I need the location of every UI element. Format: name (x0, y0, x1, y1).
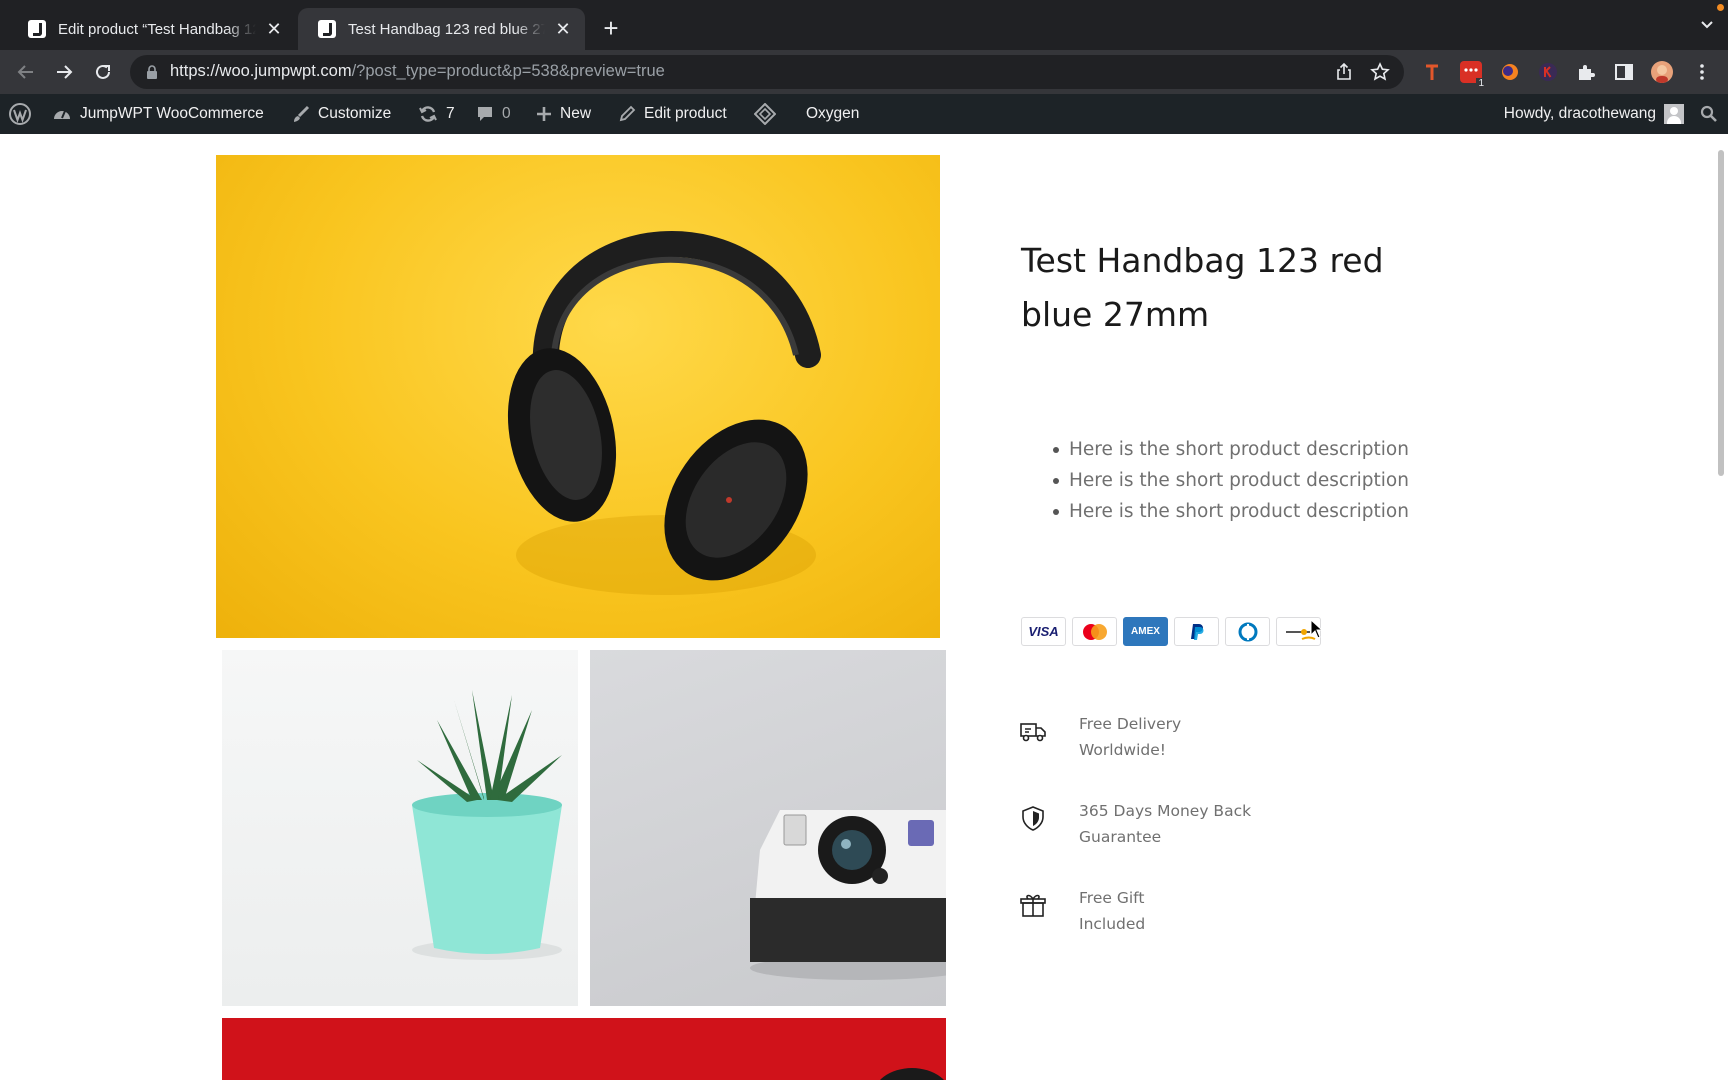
amex-icon: AMEX (1123, 617, 1168, 646)
more-vert-icon[interactable] (1691, 61, 1713, 83)
payment-icons: VISA AMEX (1021, 617, 1321, 646)
feature-line: 365 Days Money Back (1079, 802, 1252, 820)
edit-product-link[interactable]: Edit product (618, 94, 727, 134)
browser-tab-strip: Edit product “Test Handbag 123 red blue … (0, 0, 1728, 50)
page-scrollbar[interactable] (1718, 150, 1724, 476)
site-favicon-icon (28, 20, 46, 38)
feature-text: Free Delivery Worldwide! (1079, 711, 1279, 763)
url-host: https://woo.jumpwpt.com (170, 62, 352, 80)
extension-recorder-icon[interactable]: 1 (1460, 61, 1486, 89)
product-title: Test Handbag 123 red blue 27mm (1021, 241, 1384, 334)
gift-icon (1020, 894, 1046, 917)
feature-line: Free Delivery (1079, 715, 1182, 733)
extension-t-icon[interactable] (1421, 61, 1443, 83)
howdy-label: Howdy, dracothewang (1503, 105, 1656, 122)
product-image-camera[interactable] (590, 650, 946, 1006)
bookmark-star-icon[interactable] (1370, 62, 1390, 82)
my-account-link[interactable]: Howdy, dracothewang (1504, 94, 1684, 134)
wordpress-logo-button[interactable] (8, 94, 32, 134)
paypal-icon (1174, 617, 1219, 646)
arrow-left-icon (17, 65, 33, 79)
share-icon[interactable] (1334, 62, 1354, 82)
product-image-red[interactable] (222, 1018, 946, 1080)
delivery-truck-icon (1020, 723, 1046, 742)
customize-link[interactable]: Customize (292, 94, 391, 134)
back-button[interactable] (14, 60, 38, 84)
comments-link[interactable]: 0 (476, 94, 511, 134)
product-short-description: Here is the short product description He… (1048, 434, 1409, 527)
side-panel-icon[interactable] (1613, 61, 1635, 83)
new-tab-button[interactable]: + (598, 15, 624, 42)
reload-icon (96, 64, 110, 79)
close-icon[interactable]: ✕ (553, 19, 573, 39)
url-text[interactable]: https://woo.jumpwpt.com/?post_type=produ… (170, 62, 665, 81)
feature-money-back: 365 Days Money Back Guarantee (1019, 798, 1279, 850)
updates-icon (418, 104, 438, 124)
browser-toolbar: https://woo.jumpwpt.com/?post_type=produ… (0, 50, 1728, 94)
mastercard-icon (1072, 617, 1117, 646)
tab-title: Edit product “Test Handbag 123 red blue … (58, 20, 256, 38)
admin-search-button[interactable] (1700, 94, 1718, 134)
address-bar[interactable]: https://woo.jumpwpt.com/?post_type=produ… (130, 55, 1404, 89)
feature-free-gift: Free Gift Included (1019, 885, 1279, 937)
shield-icon (1022, 806, 1044, 831)
feature-text: Free Gift Included (1079, 885, 1279, 937)
lock-icon[interactable] (146, 65, 158, 79)
dashboard-gauge-icon (52, 104, 72, 124)
new-label: New (560, 105, 592, 122)
oxygen-link[interactable]: Oxygen (806, 94, 859, 134)
new-content-link[interactable]: New (536, 94, 591, 134)
extension-firefox-icon[interactable] (1499, 61, 1521, 83)
diners-icon (1225, 617, 1270, 646)
comments-count: 0 (502, 105, 511, 122)
oxygen-diamond-icon (754, 103, 776, 125)
comment-bubble-icon (476, 105, 494, 123)
feature-line: Worldwide! (1079, 741, 1166, 759)
profile-avatar-icon[interactable] (1651, 61, 1673, 83)
feature-text: 365 Days Money Back Guarantee (1079, 798, 1279, 850)
tab-edit-product[interactable]: Edit product “Test Handbag 123 red blue … (8, 8, 296, 50)
oxygen-label: Oxygen (806, 105, 860, 122)
edit-product-label: Edit product (644, 105, 727, 122)
wordpress-icon (9, 103, 31, 125)
avatar (1664, 104, 1684, 124)
url-path: /?post_type=product&p=538&preview=true (351, 62, 665, 80)
site-name-label: JumpWPT WooCommerce (80, 105, 264, 122)
list-item: Here is the short product description (1048, 465, 1409, 496)
chevron-down-icon[interactable] (1700, 18, 1714, 32)
pencil-icon (618, 105, 636, 123)
arrow-right-icon (57, 65, 73, 79)
extension-badge: 1 (1476, 78, 1486, 89)
site-favicon-icon (318, 20, 336, 38)
list-item: Here is the short product description (1048, 434, 1409, 465)
list-item: Here is the short product description (1048, 496, 1409, 527)
search-icon (1700, 105, 1717, 122)
wp-admin-bar: JumpWPT WooCommerce Customize 7 0 New Ed… (0, 94, 1728, 134)
updates-count: 7 (446, 105, 455, 122)
product-page: Test Handbag 123 red blue 27mm Here is t… (0, 134, 1728, 1080)
feature-line: Guarantee (1079, 828, 1162, 846)
reload-button[interactable] (91, 60, 115, 84)
tab-title: Test Handbag 123 red blue 27mm (348, 20, 545, 38)
recording-indicator-icon (1717, 4, 1724, 11)
close-icon[interactable]: ✕ (264, 19, 284, 39)
product-image-headphones[interactable] (216, 155, 940, 638)
plus-icon (536, 106, 552, 122)
visa-icon: VISA (1021, 617, 1066, 646)
customize-label: Customize (318, 105, 392, 122)
extension-k-icon[interactable] (1537, 61, 1559, 83)
product-image-plant[interactable] (222, 650, 578, 1006)
feature-line: Included (1079, 915, 1146, 933)
feature-line: Free Gift (1079, 889, 1145, 907)
forward-button[interactable] (52, 60, 76, 84)
extensions-puzzle-icon[interactable] (1575, 61, 1597, 83)
feature-free-delivery: Free Delivery Worldwide! (1019, 711, 1279, 763)
site-name-link[interactable]: JumpWPT WooCommerce (52, 94, 264, 134)
mouse-cursor-icon (1310, 619, 1324, 639)
updates-link[interactable]: 7 (418, 94, 455, 134)
oxygen-logo-button[interactable] (754, 94, 776, 134)
tab-product-preview[interactable]: Test Handbag 123 red blue 27mm ✕ (298, 8, 585, 50)
paintbrush-icon (292, 105, 310, 123)
